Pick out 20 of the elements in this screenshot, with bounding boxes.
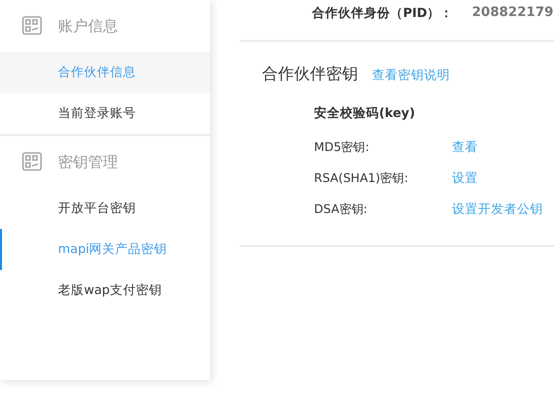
section-title: 合作伙伴密钥	[262, 64, 358, 85]
chat-icon	[22, 16, 42, 36]
key-label: DSA密钥:	[314, 201, 368, 218]
help-link[interactable]: 查看密钥说明	[372, 67, 450, 84]
key-action-link[interactable]: 设置开发者公钥	[452, 201, 543, 218]
key-action-link[interactable]: 设置	[452, 170, 478, 187]
sidebar-item[interactable]: 合作伙伴信息	[0, 52, 210, 93]
pid-label: 合作伙伴身份（PID）：	[312, 5, 454, 22]
sidebar-item[interactable]: 当前登录账号	[0, 93, 210, 134]
chat-icon	[22, 152, 42, 172]
key-action-link[interactable]: 查看	[452, 139, 478, 156]
group-title: 密钥管理	[58, 152, 118, 172]
section-subtitle: 安全校验码(key)	[314, 105, 416, 122]
key-label: MD5密钥:	[314, 139, 370, 156]
sidebar-item[interactable]: 老版wap支付密钥	[0, 270, 210, 311]
sidebar-item[interactable]: 开放平台密钥	[0, 188, 210, 229]
key-label: RSA(SHA1)密钥:	[314, 170, 410, 187]
sidebar-item[interactable]: mapi网关产品密钥	[0, 229, 210, 270]
group-title: 账户信息	[58, 16, 118, 36]
pid-value: 208822179	[472, 5, 554, 20]
